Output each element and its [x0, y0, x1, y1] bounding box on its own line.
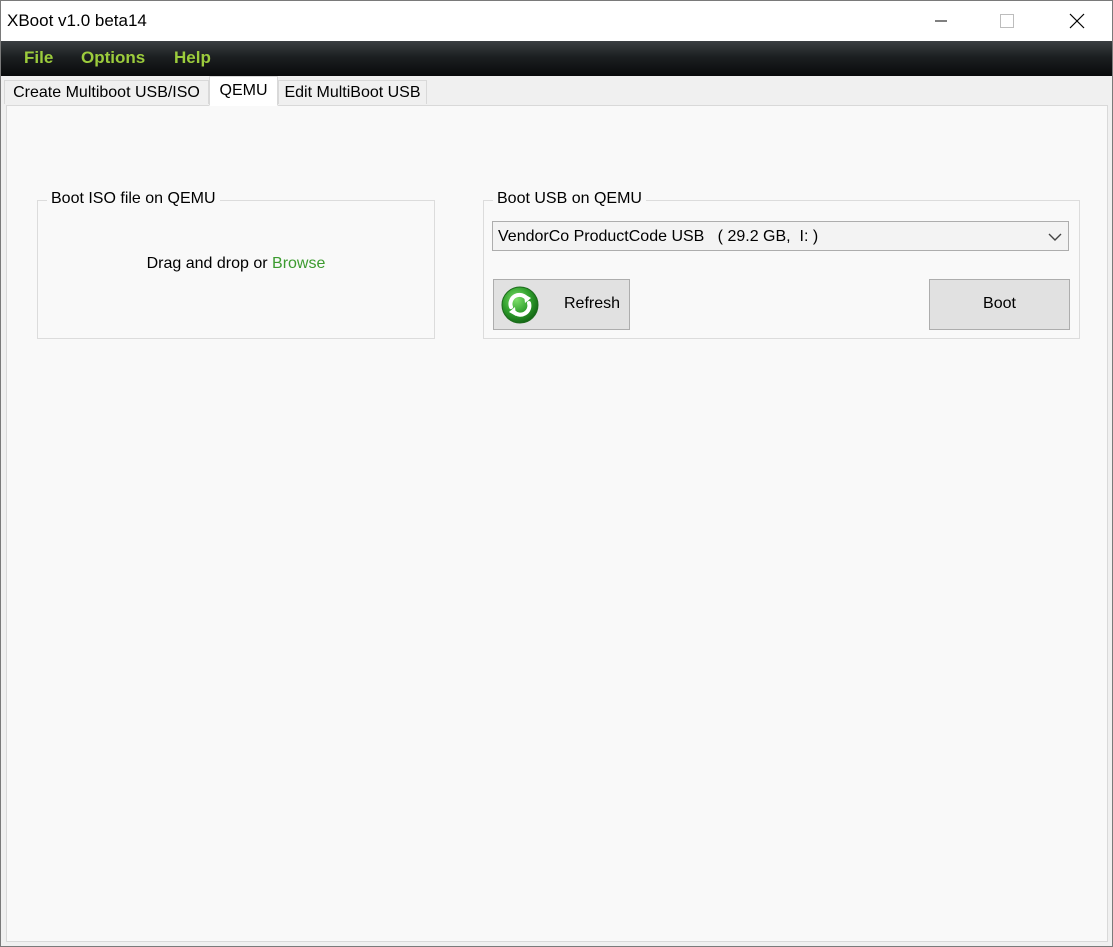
chevron-down-icon: [1048, 233, 1062, 241]
close-button[interactable]: [1054, 1, 1100, 41]
title-bar: XBoot v1.0 beta14: [1, 1, 1112, 41]
close-icon: [1069, 13, 1085, 29]
usb-device-select[interactable]: VendorCo ProductCode USB ( 29.2 GB, I: ): [492, 221, 1069, 251]
boot-usb-group: Boot USB on QEMU VendorCo ProductCode US…: [483, 190, 1080, 339]
menu-options[interactable]: Options: [81, 48, 145, 68]
boot-iso-legend: Boot ISO file on QEMU: [47, 190, 220, 208]
maximize-button[interactable]: [984, 1, 1030, 41]
app-window: XBoot v1.0 beta14 File Options Help Crea…: [0, 0, 1113, 947]
minimize-button[interactable]: [918, 1, 964, 41]
usb-device-value: VendorCo ProductCode USB ( 29.2 GB, I: ): [498, 228, 819, 245]
browse-link[interactable]: Browse: [272, 255, 325, 272]
menu-bar: File Options Help: [1, 41, 1112, 76]
menu-help[interactable]: Help: [174, 48, 211, 68]
refresh-button[interactable]: Refresh: [493, 279, 630, 330]
boot-button[interactable]: Boot: [929, 279, 1070, 330]
boot-label: Boot: [983, 295, 1016, 312]
tab-qemu[interactable]: QEMU: [209, 76, 278, 106]
tab-create-multiboot[interactable]: Create Multiboot USB/ISO: [4, 80, 209, 104]
window-title: XBoot v1.0 beta14: [7, 11, 147, 30]
tab-strip: Create Multiboot USB/ISO QEMU Edit Multi…: [1, 76, 1112, 106]
tab-edit-multiboot[interactable]: Edit MultiBoot USB: [278, 80, 427, 104]
drop-instruction: Drag and drop or: [146, 255, 273, 272]
refresh-label: Refresh: [564, 295, 621, 312]
boot-iso-group[interactable]: Boot ISO file on QEMU Drag and drop or B…: [37, 190, 435, 339]
refresh-icon: [501, 286, 539, 324]
boot-usb-legend: Boot USB on QEMU: [493, 190, 646, 208]
qemu-tab-page: Boot ISO file on QEMU Drag and drop or B…: [6, 105, 1108, 942]
iso-drop-area: Drag and drop or Browse: [38, 255, 434, 273]
menu-file[interactable]: File: [24, 48, 53, 68]
maximize-icon: [1000, 14, 1014, 28]
minimize-icon: [935, 20, 947, 22]
